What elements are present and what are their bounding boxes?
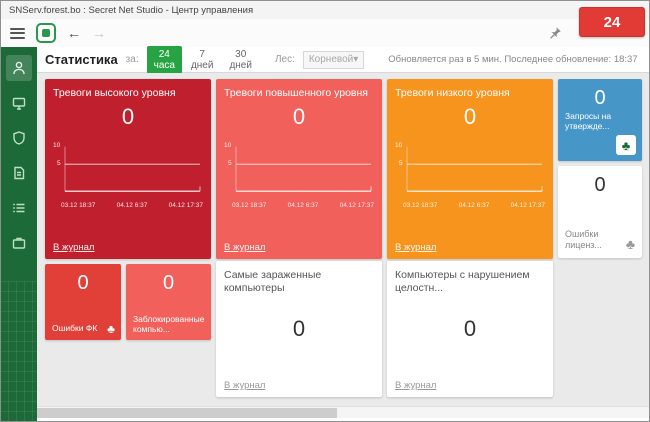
stats-toolbar: Статистика за: 24 часа 7 дней 30 дней Ле… <box>37 47 649 73</box>
widget-title: Запросы на утвержде... <box>565 111 635 131</box>
x-tick: 03.12 18:37 <box>232 202 266 209</box>
horizontal-scrollbar-thumb[interactable] <box>37 408 337 418</box>
pin-icon[interactable] <box>547 25 563 41</box>
journal-link[interactable]: В журнал <box>395 242 436 253</box>
notification-badge[interactable]: 24 <box>579 7 645 37</box>
widget-high-alarms[interactable]: Тревоги высокого уровня 0 10 5 03.12 18:… <box>45 79 211 259</box>
forest-dropdown-value: Корневой <box>309 54 353 65</box>
x-tick: 03.12 18:37 <box>61 202 95 209</box>
list-icon <box>11 200 27 216</box>
x-tick: 03.12 18:37 <box>403 202 437 209</box>
widget-value: 0 <box>564 87 636 109</box>
x-axis-labels: 03.12 18:37 04.12 6:37 04.12 17:37 <box>403 202 545 209</box>
widget-integrity-violations[interactable]: Компьютеры с нарушением целостн... 0 В ж… <box>387 261 553 397</box>
y-tick: 5 <box>57 161 61 168</box>
x-axis-labels: 03.12 18:37 04.12 6:37 04.12 17:37 <box>232 202 374 209</box>
alarm-trend-chart: 10 5 03.12 18:37 04.12 6:37 04.12 17:37 <box>395 141 545 209</box>
y-tick: 10 <box>224 143 231 150</box>
widget-title: Компьютеры с нарушением целостн... <box>395 269 545 295</box>
forward-arrow-icon[interactable]: → <box>92 26 106 40</box>
horizontal-scrollbar[interactable] <box>37 406 649 418</box>
sidebar-item-journals[interactable] <box>6 195 32 221</box>
forest-label: Лес: <box>275 54 295 65</box>
widget-title: Заблокированные компью... <box>133 314 206 334</box>
widget-title: Тревоги повышенного уровня <box>224 87 374 100</box>
briefcase-icon <box>11 235 27 251</box>
clover-icon: ♣ <box>107 323 115 335</box>
widget-value: 0 <box>51 272 115 294</box>
period-24h-button[interactable]: 24 часа <box>147 46 182 74</box>
period-30d-button[interactable]: 30 дней <box>222 46 259 74</box>
sidebar-item-computers[interactable] <box>6 90 32 116</box>
chevron-down-icon: ▾ <box>353 54 358 65</box>
y-tick: 5 <box>399 161 403 168</box>
journal-link[interactable]: В журнал <box>224 380 265 391</box>
widget-approval-requests[interactable]: 0 Запросы на утвержде... ♣ <box>558 79 642 161</box>
widget-value: 0 <box>53 105 203 129</box>
period-segmented-control: 24 часа 7 дней 30 дней <box>147 46 259 74</box>
widget-infected-computers[interactable]: Самые зараженные компьютеры 0 В журнал <box>216 261 382 397</box>
widget-blocked-computers[interactable]: 0 Заблокированные компью... <box>126 264 211 340</box>
widget-title: Ошибки ФК <box>52 323 101 333</box>
document-icon <box>11 165 27 181</box>
titlebar: SNServ.forest.bo : Secret Net Studio - Ц… <box>1 1 649 19</box>
period-label: за: <box>126 54 139 65</box>
widget-fk-errors[interactable]: 0 Ошибки ФК ♣ <box>45 264 121 340</box>
sidebar-item-resources[interactable] <box>6 230 32 256</box>
stats-title: Статистика <box>45 52 118 67</box>
widget-title: Тревоги низкого уровня <box>395 87 545 100</box>
shield-icon <box>11 130 27 146</box>
widget-title: Тревоги высокого уровня <box>53 87 203 100</box>
sidebar-item-users[interactable] <box>6 55 32 81</box>
journal-link[interactable]: В журнал <box>395 380 436 391</box>
widget-value: 0 <box>564 174 636 196</box>
computer-icon <box>11 95 27 111</box>
x-tick: 04.12 6:37 <box>459 202 490 209</box>
y-tick: 10 <box>53 143 60 150</box>
journal-link[interactable]: В журнал <box>53 242 94 253</box>
widget-low-alarms[interactable]: Тревоги низкого уровня 0 10 5 03.12 18:3… <box>387 79 553 259</box>
x-tick: 04.12 17:37 <box>169 202 203 209</box>
period-7d-button[interactable]: 7 дней <box>184 46 221 74</box>
x-tick: 04.12 6:37 <box>288 202 319 209</box>
x-tick: 04.12 6:37 <box>117 202 148 209</box>
widget-value: 0 <box>395 317 545 341</box>
widget-license-errors[interactable]: 0 Ошибки лиценз... ♣ <box>558 166 642 258</box>
widget-title: Ошибки лиценз... <box>565 229 620 251</box>
journal-link[interactable]: В журнал <box>224 242 265 253</box>
widget-value: 0 <box>395 105 545 129</box>
app-window: SNServ.forest.bo : Secret Net Studio - Ц… <box>0 0 650 422</box>
widget-value: 0 <box>132 272 205 294</box>
widget-value: 0 <box>224 317 374 341</box>
alarm-trend-chart: 10 5 03.12 18:37 04.12 6:37 04.12 17:37 <box>53 141 203 209</box>
sidebar-item-security[interactable] <box>6 125 32 151</box>
alarm-trend-chart: 10 5 03.12 18:37 04.12 6:37 04.12 17:37 <box>224 141 374 209</box>
hamburger-menu-icon[interactable] <box>10 25 25 41</box>
clover-icon: ♣ <box>626 237 635 251</box>
forest-dropdown[interactable]: Корневой ▾ <box>303 51 364 69</box>
sidebar-item-documents[interactable] <box>6 160 32 186</box>
widget-title: Самые зараженные компьютеры <box>224 269 374 295</box>
y-tick: 10 <box>395 143 402 150</box>
widget-value: 0 <box>224 105 374 129</box>
dashboard-area: Тревоги высокого уровня 0 10 5 03.12 18:… <box>37 73 649 406</box>
clover-icon: ♣ <box>622 139 631 152</box>
widget-elevated-alarms[interactable]: Тревоги повышенного уровня 0 10 5 03.12 … <box>216 79 382 259</box>
y-tick: 5 <box>228 161 232 168</box>
nav-toolbar: ← → <box>1 19 649 47</box>
x-tick: 04.12 17:37 <box>511 202 545 209</box>
window-title: SNServ.forest.bo : Secret Net Studio - Ц… <box>9 5 253 16</box>
back-arrow-icon[interactable]: ← <box>67 26 81 40</box>
x-axis-labels: 03.12 18:37 04.12 6:37 04.12 17:37 <box>61 202 203 209</box>
refresh-status-text: Обновляется раз в 5 мин. Последнее обнов… <box>388 54 637 65</box>
circuit-pattern-decoration <box>1 281 37 421</box>
x-tick: 04.12 17:37 <box>340 202 374 209</box>
sidebar-nav <box>1 47 37 421</box>
approval-icon-box: ♣ <box>616 135 636 155</box>
user-icon <box>11 60 27 76</box>
app-logo-icon <box>36 23 56 43</box>
